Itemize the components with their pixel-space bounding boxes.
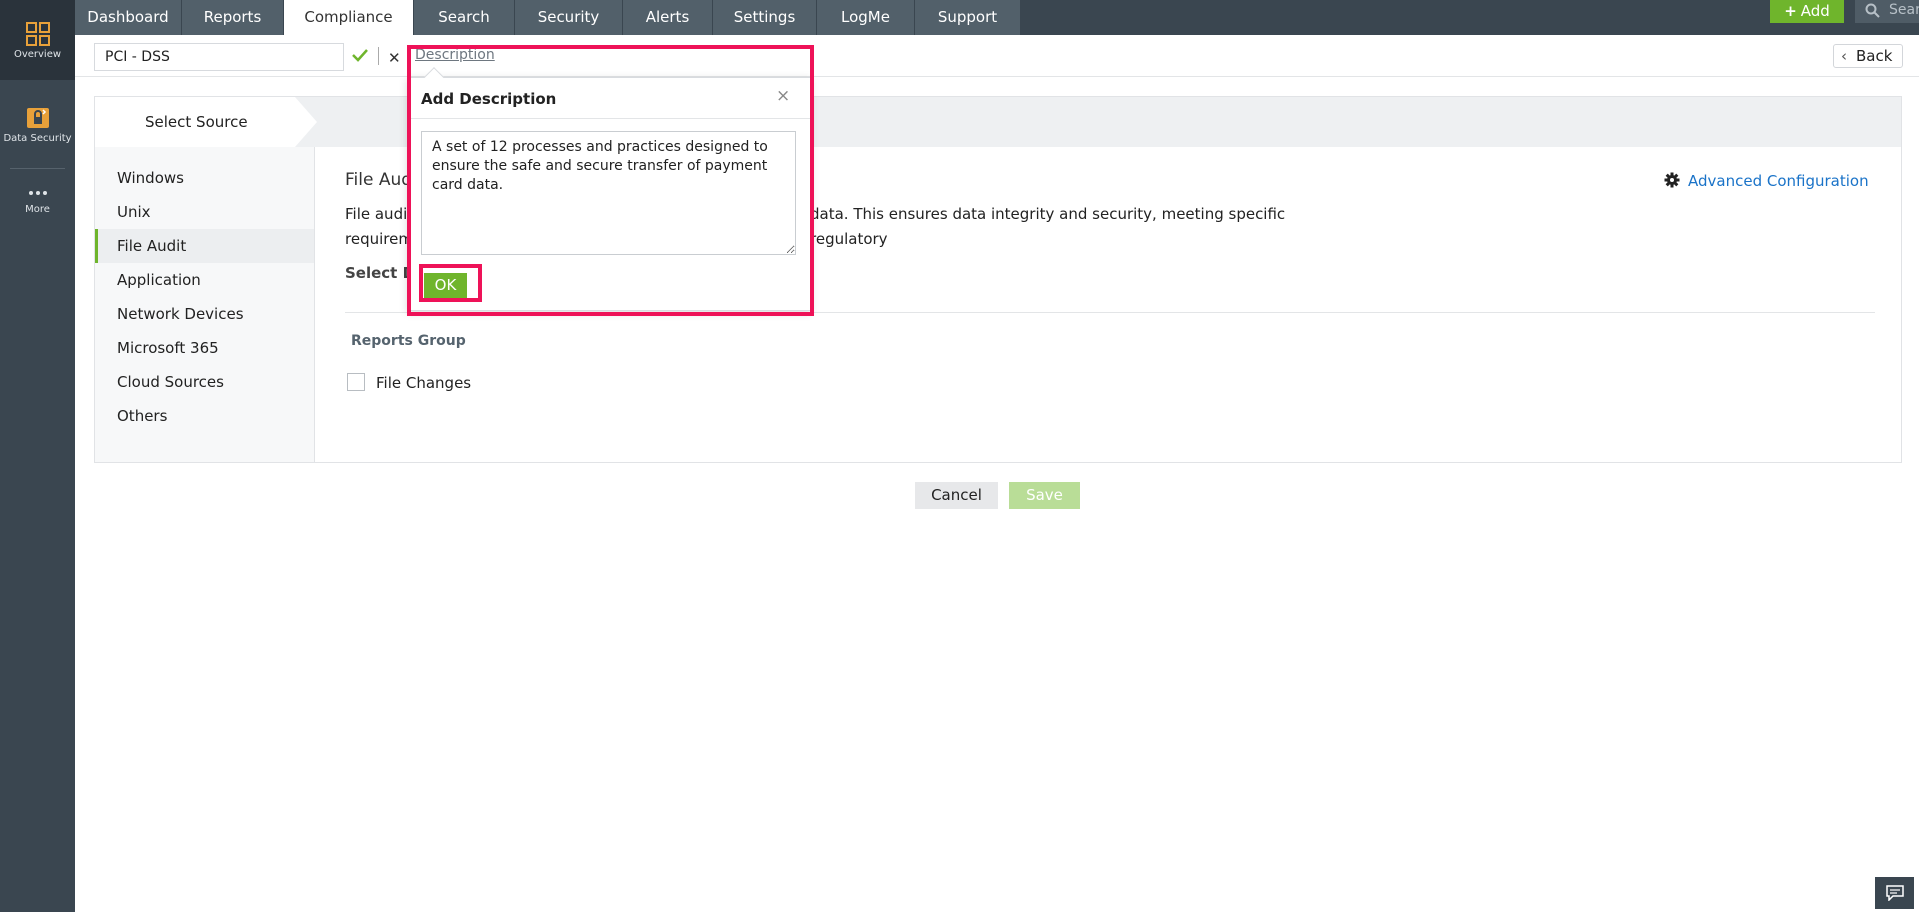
grid-icon bbox=[25, 22, 50, 46]
source-item-unix[interactable]: Unix bbox=[95, 195, 314, 229]
source-item-others[interactable]: Others bbox=[95, 399, 314, 433]
source-item-application[interactable]: Application bbox=[95, 263, 314, 297]
tab-support[interactable]: Support bbox=[915, 0, 1021, 35]
cancel-button[interactable]: Cancel bbox=[915, 482, 998, 509]
select-devices-label: Select D bbox=[345, 264, 416, 282]
desc-line1-left: File audit bbox=[345, 205, 414, 223]
step-arrow bbox=[295, 97, 317, 147]
source-item-network-devices[interactable]: Network Devices bbox=[95, 297, 314, 331]
tab-security[interactable]: Security bbox=[515, 0, 623, 35]
source-item-microsoft-365[interactable]: Microsoft 365 bbox=[95, 331, 314, 365]
rail-item-label: More bbox=[25, 204, 50, 215]
more-dots-icon bbox=[28, 191, 47, 195]
file-changes-checkbox[interactable] bbox=[347, 373, 365, 391]
check-icon[interactable] bbox=[352, 48, 368, 62]
source-item-file-audit[interactable]: File Audit bbox=[95, 229, 314, 263]
rail-item-overview[interactable]: Overview bbox=[0, 0, 75, 80]
add-button-label: Add bbox=[1800, 2, 1830, 20]
highlight-box-ok bbox=[419, 264, 482, 302]
rail-item-label: Data Security bbox=[3, 133, 72, 144]
tab-alerts[interactable]: Alerts bbox=[623, 0, 713, 35]
wizard-header: Select Source bbox=[95, 97, 1901, 147]
chevron-left-icon: ‹ bbox=[1841, 47, 1847, 65]
rail-divider bbox=[10, 168, 65, 169]
source-item-cloud-sources[interactable]: Cloud Sources bbox=[95, 365, 314, 399]
rail-item-label: Overview bbox=[13, 49, 62, 60]
top-search-input[interactable]: Search bbox=[1855, 0, 1919, 23]
tab-search[interactable]: Search bbox=[414, 0, 515, 35]
rail-item-more[interactable]: More bbox=[0, 190, 75, 235]
top-nav: Dashboard Reports Compliance Search Secu… bbox=[75, 0, 1919, 35]
tab-settings[interactable]: Settings bbox=[713, 0, 817, 35]
tab-logme[interactable]: LogMe bbox=[817, 0, 915, 35]
gear-icon bbox=[1664, 172, 1680, 188]
tab-dashboard[interactable]: Dashboard bbox=[75, 0, 182, 35]
close-icon[interactable]: ✕ bbox=[388, 49, 401, 67]
back-button[interactable]: ‹ Back bbox=[1833, 44, 1903, 68]
header-divider bbox=[75, 76, 1919, 77]
separator bbox=[378, 47, 379, 65]
search-placeholder: Search bbox=[1889, 2, 1919, 18]
back-button-label: Back bbox=[1856, 47, 1893, 65]
chat-button[interactable] bbox=[1875, 877, 1914, 909]
section-title: File Aud bbox=[345, 170, 413, 190]
advanced-configuration-link[interactable]: Advanced Configuration bbox=[1664, 172, 1869, 190]
advanced-configuration-label: Advanced Configuration bbox=[1688, 172, 1869, 190]
save-button[interactable]: Save bbox=[1009, 482, 1080, 509]
plus-icon: + bbox=[1784, 2, 1797, 20]
reports-group-label: Reports Group bbox=[351, 333, 466, 349]
search-icon bbox=[1865, 3, 1880, 18]
chat-icon bbox=[1886, 885, 1904, 901]
profile-name-input[interactable]: PCI - DSS bbox=[94, 43, 344, 71]
data-security-icon bbox=[26, 108, 49, 128]
file-changes-label[interactable]: File Changes bbox=[376, 374, 471, 392]
tab-compliance[interactable]: Compliance bbox=[284, 0, 414, 35]
desc-line2-left: requirem bbox=[345, 230, 413, 248]
tab-reports[interactable]: Reports bbox=[182, 0, 284, 35]
source-item-windows[interactable]: Windows bbox=[95, 161, 314, 195]
source-list: Windows Unix File Audit Application Netw… bbox=[95, 147, 315, 462]
step-select-source: Select Source bbox=[95, 97, 295, 147]
desc-line1-right: data. This ensures data integrity and se… bbox=[810, 205, 1286, 248]
left-rail: Overview Data Security More bbox=[0, 0, 75, 912]
rail-item-data-security[interactable]: Data Security bbox=[0, 106, 75, 156]
add-button[interactable]: + Add bbox=[1770, 0, 1844, 23]
